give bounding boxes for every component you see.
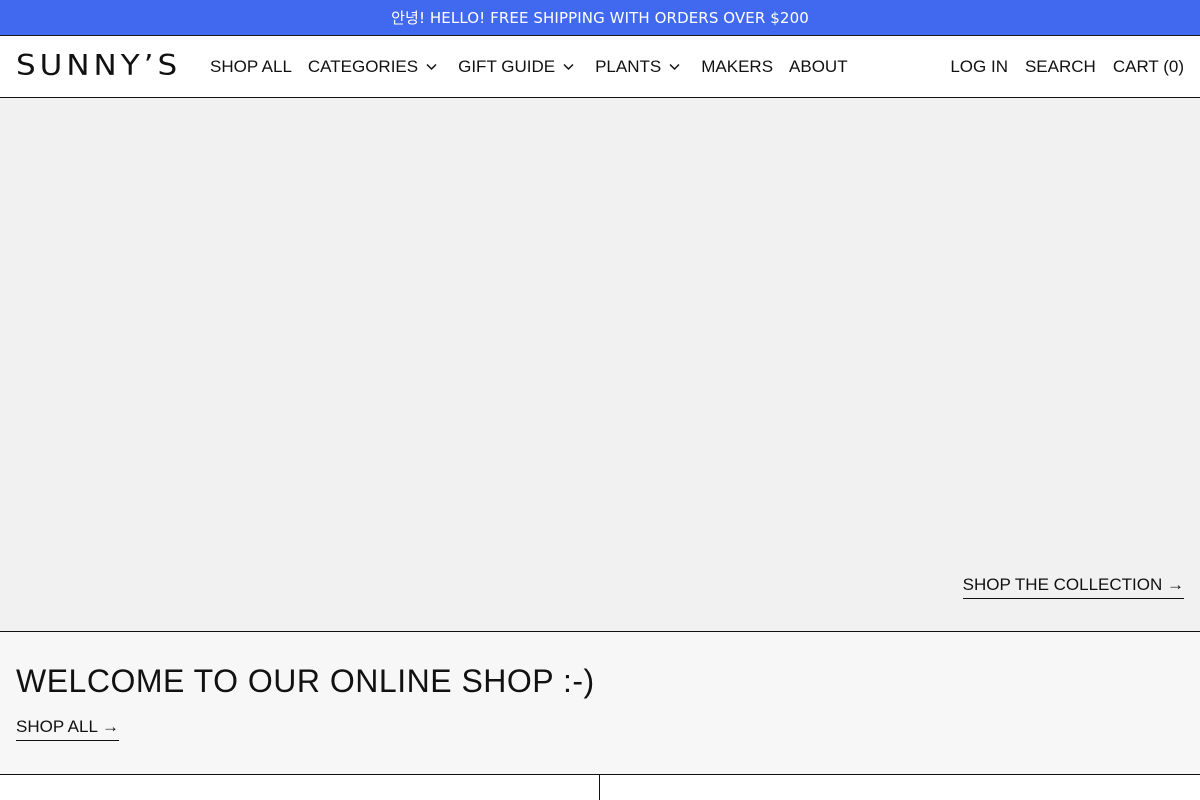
chevron-down-icon [425, 60, 438, 73]
hero-banner: SHOP THE COLLECTION → [0, 98, 1200, 632]
welcome-section: WELCOME TO OUR ONLINE SHOP :-) SHOP ALL … [0, 632, 1200, 775]
shop-all-link[interactable]: SHOP ALL → [16, 717, 119, 741]
chevron-down-icon [668, 60, 681, 73]
cart-link[interactable]: CART (0) [1113, 57, 1184, 77]
shop-collection-link[interactable]: SHOP THE COLLECTION → [962, 575, 1184, 599]
login-link[interactable]: LOG IN [950, 57, 1008, 77]
announcement-text: 안녕! HELLO! FREE SHIPPING WITH ORDERS OVE… [391, 9, 809, 27]
nav-plants[interactable]: PLANTS [595, 57, 681, 77]
grid-cell[interactable] [601, 775, 1200, 800]
nav-about-label: ABOUT [789, 56, 848, 76]
nav-gift-guide[interactable]: GIFT GUIDE [458, 57, 575, 77]
nav-makers-label: MAKERS [701, 56, 774, 76]
site-logo[interactable]: SUNNY’S [16, 52, 186, 81]
main-nav: SHOP ALL CATEGORIES GIFT GUIDE PLANTS MA… [210, 36, 864, 97]
welcome-title: WELCOME TO OUR ONLINE SHOP :-) [16, 663, 595, 699]
site-header: SUNNY’S SHOP ALL CATEGORIES GIFT GUIDE P… [0, 36, 1200, 98]
chevron-down-icon [562, 60, 575, 73]
announcement-bar: 안녕! HELLO! FREE SHIPPING WITH ORDERS OVE… [0, 0, 1200, 36]
nav-about[interactable]: ABOUT [789, 57, 848, 77]
nav-shop-all-label: SHOP ALL [210, 56, 292, 76]
grid-cell[interactable] [0, 775, 600, 800]
nav-shop-all[interactable]: SHOP ALL [210, 57, 292, 77]
nav-categories-label: CATEGORIES [307, 56, 419, 76]
featured-grid [0, 775, 1200, 800]
nav-plants-label: PLANTS [595, 56, 662, 76]
nav-makers[interactable]: MAKERS [701, 57, 773, 77]
nav-gift-guide-label: GIFT GUIDE [458, 56, 556, 76]
search-link[interactable]: SEARCH [1025, 57, 1096, 77]
account-nav: LOG IN SEARCH CART (0) [933, 36, 1184, 97]
nav-categories[interactable]: CATEGORIES [308, 57, 438, 77]
